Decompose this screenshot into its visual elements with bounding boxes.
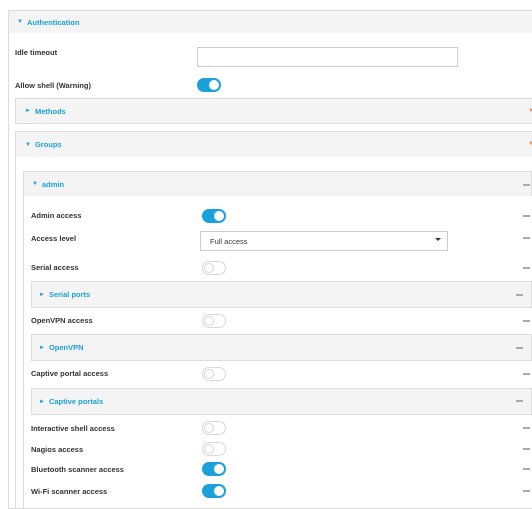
captive-portal-access-toggle[interactable] xyxy=(202,367,226,381)
caret-right-icon: ► xyxy=(39,344,45,351)
admin-access-toggle[interactable] xyxy=(202,209,226,223)
admin-access-label: Admin access xyxy=(31,211,82,220)
serial-ports-remove-icon[interactable] xyxy=(516,294,523,296)
interactive-shell-access-toggle[interactable] xyxy=(202,421,226,435)
caret-down-icon: ▼ xyxy=(25,141,31,148)
authentication-title-wrap: ▼ Authentication xyxy=(17,11,79,33)
openvpn-access-remove-icon[interactable] xyxy=(523,320,530,322)
admin-title-wrap: ▼ admin xyxy=(32,172,64,196)
serial-access-toggle[interactable] xyxy=(202,261,226,275)
access-level-label: Access level xyxy=(31,234,77,243)
bluetooth-scanner-access-remove-icon[interactable] xyxy=(523,468,530,470)
toggle-knob xyxy=(214,211,224,221)
access-level-select[interactable]: Full access xyxy=(200,231,448,251)
methods-title: Methods xyxy=(34,106,66,116)
chevron-down-icon xyxy=(435,238,441,241)
toggle-knob xyxy=(204,444,214,454)
captive-portals-title-wrap: ► Captive portals xyxy=(39,389,103,414)
toggle-knob xyxy=(214,486,224,496)
serial-access-label: Serial access xyxy=(31,263,79,272)
openvpn-title: OpenVPN xyxy=(48,343,84,352)
allow-shell-toggle[interactable] xyxy=(197,78,221,92)
serial-access-remove-icon[interactable] xyxy=(523,267,530,269)
allow-shell-label: Allow shell (Warning) xyxy=(15,81,91,90)
toggle-knob xyxy=(204,369,214,379)
admin-group-header[interactable]: ▼ admin xyxy=(23,171,532,197)
captive-portals-remove-icon[interactable] xyxy=(516,400,523,402)
openvpn-access-label: OpenVPN access xyxy=(31,316,93,325)
wifi-scanner-access-label: Wi-Fi scanner access xyxy=(31,487,108,496)
openvpn-access-toggle[interactable] xyxy=(202,314,226,328)
openvpn-header[interactable]: ► OpenVPN xyxy=(31,334,532,361)
idle-timeout-label: Idle timeout xyxy=(15,48,58,57)
caret-right-icon: ► xyxy=(25,108,31,114)
access-level-remove-icon[interactable] xyxy=(523,237,530,239)
toggle-knob xyxy=(204,263,214,273)
wifi-scanner-access-remove-icon[interactable] xyxy=(523,490,530,492)
methods-header[interactable]: ► Methods xyxy=(15,98,532,124)
caret-down-icon: ▼ xyxy=(32,181,38,187)
captive-portal-access-remove-icon[interactable] xyxy=(523,373,530,375)
serial-ports-title-wrap: ► Serial ports xyxy=(39,282,90,307)
captive-portal-access-label: Captive portal access xyxy=(31,369,109,378)
toggle-knob xyxy=(204,316,214,326)
openvpn-remove-icon[interactable] xyxy=(516,347,523,349)
authentication-header[interactable]: ▼ Authentication xyxy=(8,10,532,34)
access-level-value: Full access xyxy=(210,236,248,246)
toggle-knob xyxy=(204,423,214,433)
wifi-scanner-access-toggle[interactable] xyxy=(202,484,226,498)
toggle-knob xyxy=(214,464,224,474)
captive-portals-header[interactable]: ► Captive portals xyxy=(31,388,532,415)
admin-access-remove-icon[interactable] xyxy=(523,215,530,217)
authentication-title: Authentication xyxy=(26,17,80,27)
groups-title-wrap: ▼ Groups xyxy=(25,132,62,157)
interactive-shell-access-label: Interactive shell access xyxy=(31,424,115,433)
groups-collapse-icon[interactable]: ▼ xyxy=(528,141,532,147)
toggle-knob xyxy=(209,80,219,90)
openvpn-title-wrap: ► OpenVPN xyxy=(39,335,84,360)
groups-title: Groups xyxy=(34,140,62,149)
caret-right-icon: ► xyxy=(39,291,45,298)
admin-remove-icon[interactable] xyxy=(523,184,530,186)
admin-group-title: admin xyxy=(41,179,65,189)
interactive-shell-access-remove-icon[interactable] xyxy=(523,427,530,429)
captive-portals-title: Captive portals xyxy=(48,397,104,406)
bluetooth-scanner-access-toggle[interactable] xyxy=(202,462,226,476)
caret-down-icon: ▼ xyxy=(17,19,23,25)
idle-timeout-input[interactable] xyxy=(197,47,458,67)
groups-header[interactable]: ▼ Groups xyxy=(15,131,532,158)
nagios-access-label: Nagios access xyxy=(31,445,84,454)
caret-right-icon: ► xyxy=(39,398,45,405)
serial-ports-header[interactable]: ► Serial ports xyxy=(31,281,532,308)
serial-ports-title: Serial ports xyxy=(48,290,91,299)
methods-expand-icon[interactable]: ▼ xyxy=(528,108,532,114)
nagios-access-remove-icon[interactable] xyxy=(523,448,530,450)
methods-title-wrap: ► Methods xyxy=(25,99,66,123)
nagios-access-toggle[interactable] xyxy=(202,442,226,456)
bluetooth-scanner-access-label: Bluetooth scanner access xyxy=(31,465,124,474)
